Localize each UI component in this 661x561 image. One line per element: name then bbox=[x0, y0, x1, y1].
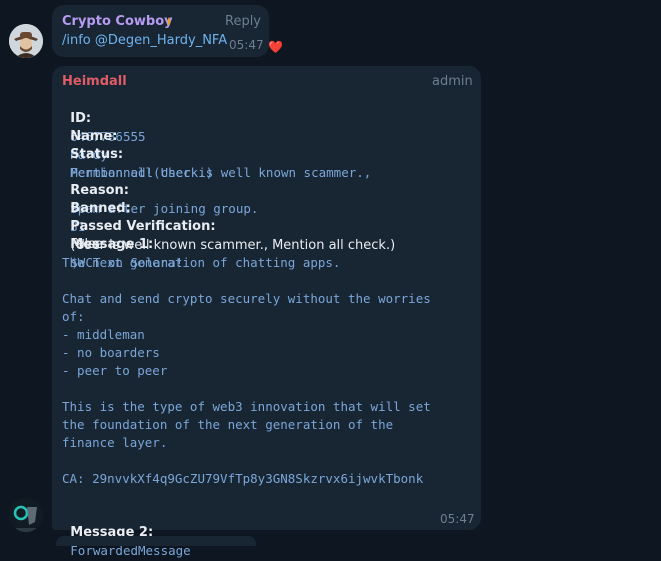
body-line[interactable]: Chat and send crypto securely without th… bbox=[62, 290, 431, 308]
cowboy-avatar[interactable] bbox=[9, 24, 43, 58]
body-line[interactable]: the foundation of the next generation of… bbox=[62, 416, 393, 434]
next-message-bubble[interactable] bbox=[56, 536, 256, 546]
contract-address[interactable]: CA: 29nvvkXf4q9GcZU79VfTp8y3GN8Skzrvx6ij… bbox=[62, 470, 423, 488]
flame-icon bbox=[167, 17, 171, 26]
body-line[interactable]: - peer to peer bbox=[62, 362, 167, 380]
body-line[interactable]: - no boarders bbox=[62, 344, 160, 362]
body-line[interactable]: finance layer. bbox=[62, 434, 167, 452]
field-label: Message 1: bbox=[70, 237, 154, 252]
heimdall-avatar[interactable] bbox=[9, 498, 43, 532]
heart-reaction-icon[interactable]: ❤️ bbox=[268, 40, 283, 54]
sender-name-cowboy[interactable]: Crypto Cowboy bbox=[62, 14, 173, 29]
body-line[interactable]: - middleman bbox=[62, 326, 145, 344]
field-message-2: Message 2: ForwardedMessage bbox=[62, 506, 190, 561]
message-text-info-command[interactable]: /info @Degen_Hardy_NFA bbox=[62, 33, 227, 48]
reply-button[interactable]: Reply bbox=[225, 14, 261, 29]
admin-badge: admin bbox=[432, 74, 473, 89]
body-line[interactable]: This is the type of web3 innovation that… bbox=[62, 398, 431, 416]
message-time: 05:47 bbox=[440, 512, 475, 526]
sender-name-heimdall[interactable]: Heimdall bbox=[62, 74, 127, 89]
message-time: 05:47 bbox=[229, 38, 264, 52]
body-line[interactable]: The next generation of chatting apps. bbox=[62, 254, 340, 272]
body-line[interactable]: of: bbox=[62, 308, 85, 326]
